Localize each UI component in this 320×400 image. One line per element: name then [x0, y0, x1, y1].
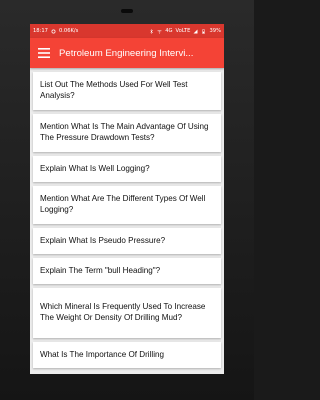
volte-badge: VoLTE: [175, 28, 191, 34]
wifi-icon: [157, 29, 162, 33]
camera: [121, 9, 133, 13]
question-text: Explain What Is Pseudo Pressure?: [40, 235, 166, 245]
question-text: Mention What Are The Different Types Of …: [40, 194, 206, 214]
question-card[interactable]: Which Mineral Is Frequently Used To Incr…: [33, 288, 221, 338]
app-title: Petroleum Engineering Intervi...: [59, 47, 194, 59]
question-card[interactable]: List Out The Methods Used For Well Test …: [33, 72, 221, 110]
status-time: 18:17: [33, 28, 48, 34]
question-text: Explain What Is Well Logging?: [40, 163, 150, 173]
network-speed: 0.06K/s: [58, 28, 79, 34]
app-bar: Petroleum Engineering Intervi...: [30, 38, 224, 68]
signal-icon: [193, 29, 198, 33]
question-list: List Out The Methods Used For Well Test …: [30, 68, 224, 368]
question-text: What Is The Importance Of Drilling: [40, 349, 164, 359]
question-card[interactable]: What Is The Importance Of Drilling: [33, 342, 221, 368]
battery-level: 39%: [209, 28, 221, 34]
question-text: Explain The Term "bull Heading"?: [40, 265, 161, 275]
status-bar: 18:17 0.06K/s 4G VoLTE 39%: [30, 24, 224, 38]
screen: 18:17 0.06K/s 4G VoLTE 39% Petroleum Eng…: [30, 24, 224, 374]
bluetooth-icon: [150, 28, 154, 34]
question-card[interactable]: Explain What Is Well Logging?: [33, 156, 221, 182]
hamburger-menu-icon[interactable]: [38, 48, 50, 58]
question-text: Which Mineral Is Frequently Used To Incr…: [40, 302, 206, 322]
settings-icon: [51, 29, 56, 33]
question-card[interactable]: Mention What Is The Main Advantage Of Us…: [33, 114, 221, 152]
battery-icon: [202, 29, 206, 34]
question-card[interactable]: Mention What Are The Different Types Of …: [33, 186, 221, 224]
phone-frame: 18:17 0.06K/s 4G VoLTE 39% Petroleum Eng…: [0, 0, 254, 400]
question-card[interactable]: Explain The Term "bull Heading"?: [33, 258, 221, 284]
question-text: Mention What Is The Main Advantage Of Us…: [40, 122, 209, 142]
question-card[interactable]: Explain What Is Pseudo Pressure?: [33, 228, 221, 254]
question-text: List Out The Methods Used For Well Test …: [40, 80, 188, 100]
network-type: 4G: [165, 28, 173, 34]
